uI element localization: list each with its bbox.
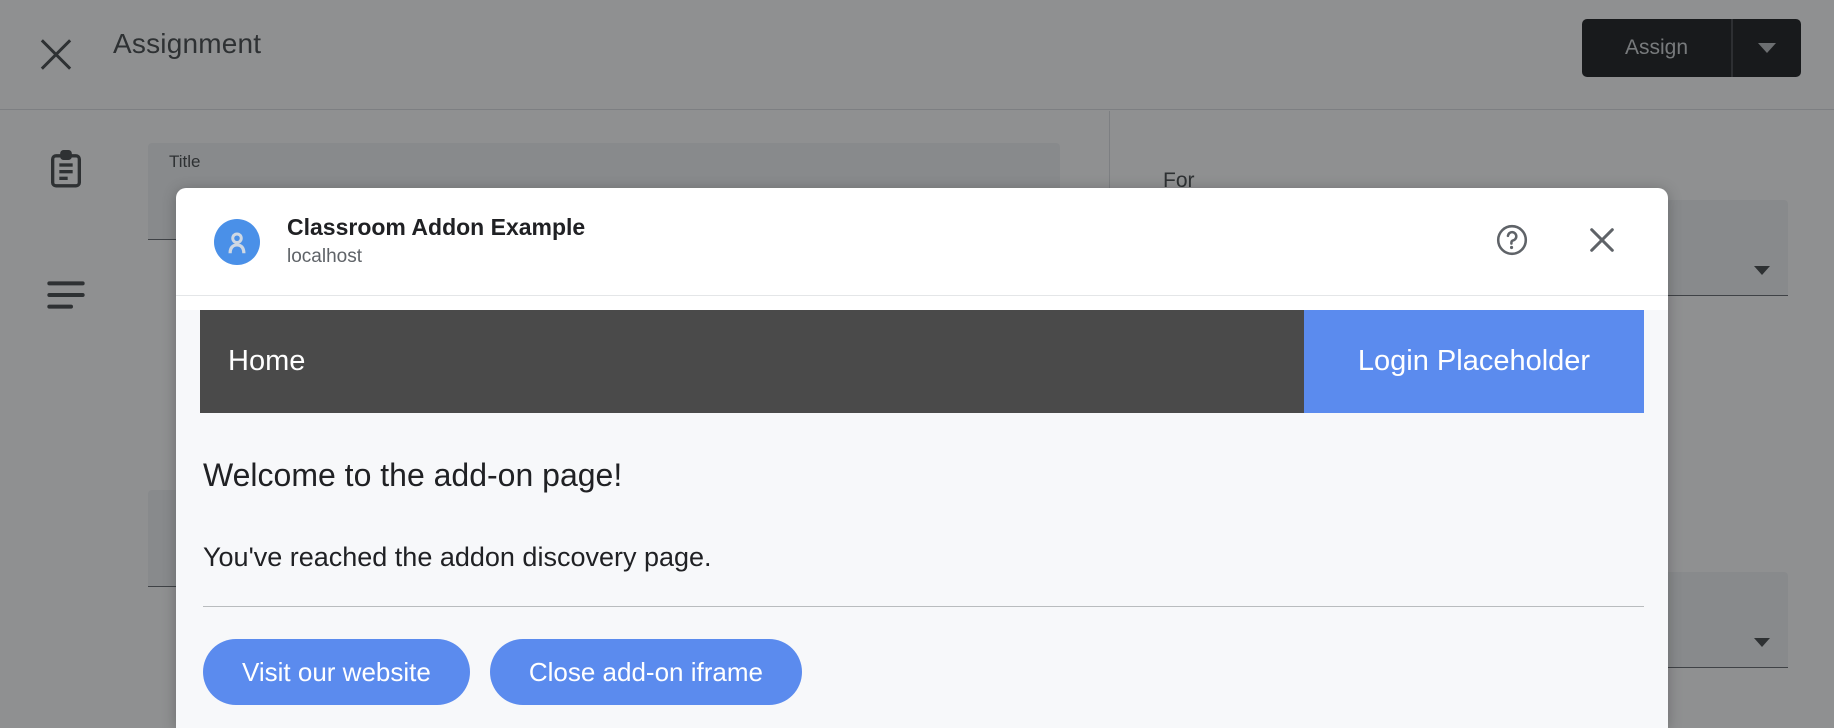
help-button[interactable]: [1490, 220, 1534, 264]
content-divider: [203, 606, 1644, 607]
welcome-heading: Welcome to the add-on page!: [203, 457, 623, 493]
dialog-close-button[interactable]: [1580, 220, 1624, 264]
addon-iframe-content: Home Login Placeholder Welcome to the ad…: [176, 310, 1668, 728]
addon-action-buttons: Visit our website Close add-on iframe: [203, 639, 1644, 705]
nav-login-button[interactable]: Login Placeholder: [1304, 310, 1644, 413]
navbar-left: Home: [200, 310, 1304, 413]
dialog-title-group: Classroom Addon Example localhost: [287, 213, 585, 269]
addon-dialog: Classroom Addon Example localhost Home L…: [176, 188, 1668, 728]
addon-app-name: Classroom Addon Example: [287, 214, 586, 241]
visit-website-button[interactable]: Visit our website: [203, 639, 470, 705]
addon-navbar: Home Login Placeholder: [200, 310, 1644, 413]
discovery-paragraph: You've reached the addon discovery page.: [203, 542, 712, 572]
nav-home-link[interactable]: Home: [228, 345, 305, 378]
addon-origin: localhost: [287, 246, 362, 268]
dialog-header: Classroom Addon Example localhost: [176, 188, 1668, 296]
close-addon-iframe-button[interactable]: Close add-on iframe: [489, 639, 802, 705]
help-circle-icon: [1494, 222, 1530, 261]
close-icon: [1583, 221, 1621, 262]
nav-login-label: Login Placeholder: [1357, 345, 1591, 377]
dialog-header-actions: [1490, 220, 1646, 264]
classroom-addon-icon: [214, 218, 260, 265]
